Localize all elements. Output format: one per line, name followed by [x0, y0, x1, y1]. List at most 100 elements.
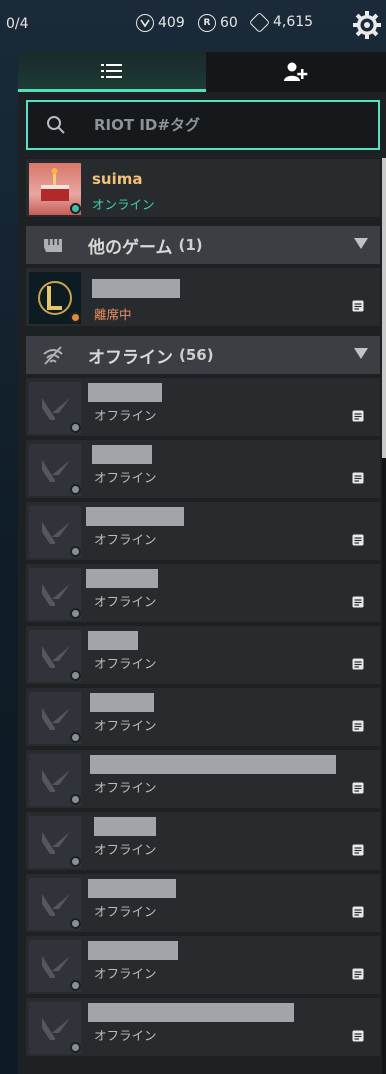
fist-icon [44, 239, 62, 252]
note-icon[interactable] [352, 410, 364, 422]
offline-status-dot [70, 918, 81, 929]
friend-row-offline[interactable]: オフライン [26, 936, 380, 994]
friend-row-offline[interactable]: オフライン [26, 378, 380, 436]
friend-status: オフライン [94, 780, 157, 795]
kingdom-credits-icon [248, 11, 271, 33]
friend-status: 離席中 [94, 307, 132, 322]
offline-status-dot [70, 670, 81, 681]
friend-row-offline[interactable]: オフライン [26, 750, 380, 808]
valorant-points-value: 409 [158, 15, 185, 31]
valorant-logo-icon [42, 708, 70, 730]
group-header-other-games[interactable]: 他のゲーム (1) [26, 226, 380, 264]
offline-status-dot [70, 794, 81, 805]
redacted-name [88, 941, 178, 960]
friend-search-field[interactable] [26, 100, 380, 150]
friend-row-offline[interactable]: オフライン [26, 688, 380, 746]
friend-row-offline[interactable]: オフライン [26, 564, 380, 622]
note-icon[interactable] [352, 782, 364, 794]
friend-row-offline[interactable]: オフライン [26, 440, 380, 498]
friend-row-offline[interactable]: オフライン [26, 812, 380, 870]
collapse-caret-icon[interactable] [354, 238, 368, 249]
offline-status-dot [70, 856, 81, 867]
valorant-logo-icon [42, 646, 70, 668]
add-friend-tab[interactable] [206, 52, 386, 92]
party-slots: 0/4 [6, 16, 29, 32]
friend-status: オフライン [94, 842, 157, 857]
kingdom-credits-value: 4,615 [273, 14, 314, 30]
friend-status: オフライン [94, 594, 157, 609]
offline-status-dot [70, 546, 81, 557]
valorant-logo-icon [42, 770, 70, 792]
note-icon[interactable] [352, 720, 364, 732]
away-status-dot [70, 312, 81, 323]
friend-status: オフライン [94, 532, 157, 547]
offline-status-dot [70, 732, 81, 743]
friend-status: オフライン [94, 470, 157, 485]
note-icon[interactable] [352, 906, 364, 918]
friend-row-other-game[interactable]: 離席中 [26, 268, 380, 326]
redacted-name [92, 279, 180, 298]
collapse-caret-icon[interactable] [354, 348, 368, 359]
valorant-logo-icon [42, 894, 70, 916]
scrollbar-thumb[interactable] [382, 158, 386, 458]
online-status-dot [70, 203, 81, 214]
add-friend-icon [284, 62, 308, 81]
valorant-logo-icon [42, 398, 70, 420]
redacted-name [92, 445, 152, 464]
note-icon[interactable] [352, 472, 364, 484]
group-header-offline[interactable]: オフライン (56) [26, 336, 380, 374]
offline-status-dot [70, 980, 81, 991]
valorant-logo-icon [42, 460, 70, 482]
group-title: 他のゲーム [88, 237, 173, 258]
friend-status: オフライン [94, 408, 157, 423]
friend-status: オフライン [94, 718, 157, 733]
offline-status-dot [70, 1042, 81, 1053]
redacted-name [88, 879, 176, 898]
search-icon [47, 116, 65, 134]
radianite-points[interactable]: R 60 [198, 14, 238, 32]
list-icon [101, 63, 122, 78]
valorant-logo-icon [42, 584, 70, 606]
friend-row-offline[interactable]: オフライン [26, 502, 380, 560]
valorant-logo-icon [42, 832, 70, 854]
redacted-name [86, 507, 184, 526]
redacted-name [88, 1003, 294, 1022]
friend-status: オフライン [94, 904, 157, 919]
note-icon[interactable] [352, 300, 364, 312]
valorant-logo-icon [42, 1018, 70, 1040]
redacted-name [88, 383, 162, 402]
valorant-logo-icon [42, 956, 70, 978]
note-icon[interactable] [352, 844, 364, 856]
friend-row-offline[interactable]: オフライン [26, 874, 380, 932]
radianite-icon: R [198, 14, 216, 32]
offline-status-dot [70, 422, 81, 433]
search-input[interactable] [92, 115, 346, 135]
valorant-points[interactable]: 409 [136, 14, 185, 32]
settings-gear-icon[interactable] [352, 10, 382, 40]
kingdom-credits[interactable]: 4,615 [248, 11, 314, 33]
friend-status: オフライン [94, 1028, 157, 1043]
offline-status-dot [70, 484, 81, 495]
note-icon[interactable] [352, 1030, 364, 1042]
valorant-points-icon [136, 14, 154, 32]
friend-row-offline[interactable]: オフライン [26, 626, 380, 684]
note-icon[interactable] [352, 658, 364, 670]
note-icon[interactable] [352, 596, 364, 608]
self-name: suima [92, 170, 143, 188]
panel-tabs [18, 52, 386, 92]
redacted-name [94, 817, 156, 836]
friends-panel: suima オンライン 他のゲーム (1) 離席中 [18, 52, 386, 1074]
friend-status: オフライン [94, 966, 157, 981]
friend-row-offline[interactable]: オフライン [26, 998, 380, 1056]
note-icon[interactable] [352, 534, 364, 546]
group-count: (1) [178, 236, 203, 254]
friends-list-tab[interactable] [18, 52, 206, 92]
friend-status: オフライン [94, 656, 157, 671]
self-profile-row[interactable]: suima オンライン [26, 159, 380, 217]
group-title: オフライン [88, 347, 173, 368]
radianite-value: 60 [220, 15, 238, 31]
offline-wifi-icon [43, 346, 63, 365]
redacted-name [86, 569, 158, 588]
self-status: オンライン [92, 197, 155, 212]
note-icon[interactable] [352, 968, 364, 980]
